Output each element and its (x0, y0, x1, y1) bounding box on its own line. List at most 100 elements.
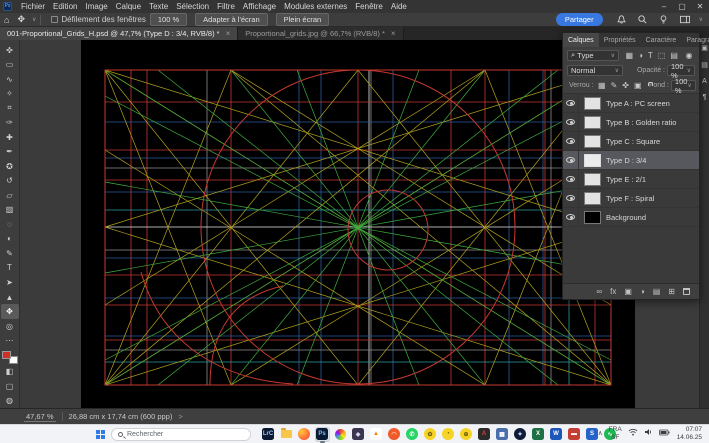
history-brush-tool[interactable]: ↺ (1, 174, 19, 189)
close-button[interactable]: ✕ (691, 0, 709, 13)
app-dark-tool[interactable]: ◆ (351, 427, 366, 442)
collapsed-paragraph-icon[interactable]: ¶ (703, 94, 707, 101)
app-photos[interactable] (333, 427, 348, 442)
app-photoshop[interactable]: Ps (315, 427, 330, 442)
path-selection-tool[interactable]: ➤ (1, 275, 19, 290)
blur-tool[interactable]: ◌ (1, 217, 19, 232)
app-calculator[interactable]: ▦ (495, 427, 510, 442)
fullscreen-button[interactable]: Plein écran (276, 13, 330, 26)
layer-effects-icon[interactable]: fx (610, 287, 616, 296)
tab-close-icon[interactable]: × (391, 29, 396, 38)
minimize-button[interactable]: – (655, 0, 673, 13)
wifi-icon[interactable] (628, 428, 638, 438)
layer-visibility-toggle[interactable] (563, 151, 579, 169)
layer-thumbnail[interactable] (584, 173, 601, 186)
lasso-tool[interactable]: ∿ (1, 72, 19, 87)
layer-row[interactable]: Background (563, 208, 699, 227)
delete-layer-icon[interactable] (683, 288, 690, 295)
edit-in-icon[interactable]: ◍ (1, 393, 19, 408)
brush-tool[interactable]: ✒ (1, 145, 19, 160)
tray-chevron-icon[interactable]: ∧ (598, 430, 603, 437)
edit-toolbar-icon[interactable]: ⋯ (1, 333, 19, 348)
panel-tab-paragraphe[interactable]: Paragraphe (681, 33, 709, 47)
menu-fichier[interactable]: Fichier (17, 2, 49, 11)
fit-screen-button[interactable]: Adapter à l'écran (195, 13, 267, 26)
filter-icon-2[interactable]: T (648, 51, 653, 60)
app-yellow-2[interactable]: ◔ (441, 427, 456, 442)
collapsed-character-icon[interactable]: A (702, 78, 707, 85)
app-dark-sphere[interactable]: ✦ (513, 427, 528, 442)
zoom-100-button[interactable]: 100 % (150, 13, 187, 26)
layer-visibility-toggle[interactable] (563, 132, 579, 150)
tool-preset-chevron-icon[interactable]: ∨ (32, 16, 36, 23)
layer-group-icon[interactable]: ▤ (653, 287, 661, 296)
language-indicator[interactable]: FRASF (609, 426, 622, 440)
panel-tab-calques[interactable]: Calques (563, 33, 599, 47)
app-firefox[interactable] (297, 427, 312, 442)
menu-aide[interactable]: Aide (387, 2, 411, 11)
foreground-background-swatches[interactable] (2, 351, 18, 365)
app-word[interactable]: W (549, 427, 564, 442)
app-lightroom[interactable]: LrC (261, 427, 276, 442)
new-layer-icon[interactable]: ⊞ (668, 287, 675, 296)
crop-tool[interactable]: ⌗ (1, 101, 19, 116)
app-vlc[interactable]: ▲ (369, 427, 384, 442)
layer-visibility-toggle[interactable] (563, 94, 579, 112)
document-canvas[interactable] (81, 40, 635, 408)
layer-thumbnail[interactable] (584, 211, 601, 224)
layer-row[interactable]: Type D : 3/4 (563, 151, 699, 170)
home-icon[interactable]: ⌂ (0, 15, 13, 25)
eraser-tool[interactable]: ▱ (1, 188, 19, 203)
layer-row[interactable]: Type B : Golden ratio (563, 113, 699, 132)
healing-brush-tool[interactable]: ✚ (1, 130, 19, 145)
filter-icon-1[interactable]: ◑ (638, 51, 643, 60)
app-yellow-3[interactable]: ⊕ (459, 427, 474, 442)
layer-visibility-toggle[interactable] (563, 208, 579, 226)
layer-visibility-toggle[interactable] (563, 170, 579, 188)
hand-tool[interactable]: ✥ (1, 304, 19, 319)
layer-thumbnail[interactable] (584, 116, 601, 129)
layer-mask-icon[interactable]: ▣ (624, 287, 632, 296)
filter-icon-3[interactable]: ⬚ (658, 51, 666, 60)
status-zoom-field[interactable]: 47,67 % (24, 412, 56, 422)
menu-texte[interactable]: Texte (145, 2, 172, 11)
lock-icon-0[interactable]: ▦ (598, 81, 606, 90)
workspace-chevron-icon[interactable]: ∨ (699, 16, 703, 23)
zoom-tool[interactable]: ◎ (1, 319, 19, 334)
menu-filtre[interactable]: Filtre (213, 2, 239, 11)
maximize-button[interactable]: ▢ (673, 0, 691, 13)
app-orange-browser[interactable]: ◠ (387, 427, 402, 442)
taskbar-search-input[interactable]: Rechercher (111, 428, 251, 441)
menu-affichage[interactable]: Affichage (239, 2, 280, 11)
layer-row[interactable]: Type A : PC screen (563, 94, 699, 113)
menu-edition[interactable]: Edition (49, 2, 81, 11)
filter-toggle-icon[interactable]: ◉ (686, 51, 693, 60)
quick-mask-icon[interactable]: ◧ (1, 364, 19, 379)
start-button[interactable] (96, 430, 105, 439)
hand-tool-options-icon[interactable]: ✥ (13, 14, 29, 25)
search-icon[interactable] (637, 14, 648, 25)
layer-visibility-toggle[interactable] (563, 113, 579, 131)
discover-lightbulb-icon[interactable] (658, 14, 669, 25)
menu-s-lection[interactable]: Sélection (172, 2, 213, 11)
battery-icon[interactable] (659, 429, 670, 438)
workspace-switcher-icon[interactable] (679, 14, 691, 25)
app-red-tile[interactable]: ▬ (567, 427, 582, 442)
blend-mode-select[interactable]: Normal ∨ (567, 65, 623, 76)
link-layers-icon[interactable]: ∞ (596, 287, 602, 296)
lock-icon-3[interactable]: ▣ (634, 81, 642, 90)
shape-tool[interactable]: ▲ (1, 290, 19, 305)
scroll-all-windows-checkbox[interactable] (51, 16, 58, 23)
opacity-field[interactable]: 100 % ∨ (667, 65, 695, 76)
layer-thumbnail[interactable] (584, 135, 601, 148)
filter-icon-4[interactable]: ▤ (670, 51, 678, 60)
volume-icon[interactable] (644, 428, 653, 438)
lock-icon-2[interactable]: ✜ (622, 81, 629, 90)
object-selection-tool[interactable]: ✧ (1, 87, 19, 102)
menu-calque[interactable]: Calque (112, 2, 145, 11)
app-explorer[interactable] (279, 427, 294, 442)
panel-tab-caract-re[interactable]: Caractère (641, 33, 682, 47)
app-whatsapp[interactable]: ✆ (405, 427, 420, 442)
marquee-tool[interactable]: ▭ (1, 58, 19, 73)
layer-row[interactable]: Type F : Spiral (563, 189, 699, 208)
